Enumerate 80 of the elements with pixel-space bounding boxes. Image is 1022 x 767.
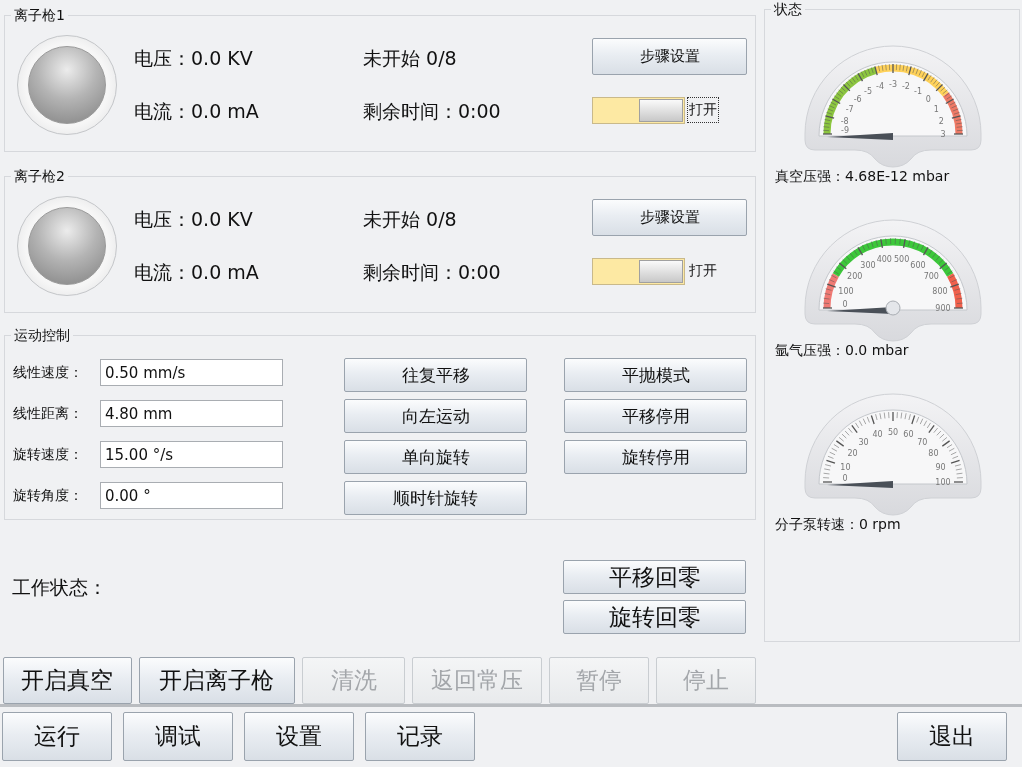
scale-label: -5 <box>864 86 872 96</box>
scale-label: 80 <box>928 448 939 458</box>
scale-label: 800 <box>932 286 948 296</box>
scale-label: 600 <box>910 260 926 270</box>
scale-label: 20 <box>847 448 858 458</box>
scale-label: 900 <box>935 304 951 313</box>
steps-button[interactable]: 步骤设置 <box>592 37 747 75</box>
mode-button[interactable]: 旋转停用 <box>564 440 747 474</box>
scale-label: -1 <box>914 86 922 96</box>
current-reading: 电流：0.0 mA <box>134 261 260 283</box>
nav-button[interactable]: 设置 <box>244 712 354 761</box>
scale-label: 0 <box>842 474 848 483</box>
remaining-time: 剩余时间：0:00 <box>363 261 502 283</box>
scale-label: -4 <box>876 81 885 91</box>
motion-button[interactable]: 往复平移 <box>344 358 527 392</box>
scale-label: -6 <box>853 94 862 104</box>
motion-button[interactable]: 顺时针旋转 <box>344 481 527 515</box>
group-title: 离子枪2 <box>11 167 68 185</box>
scale-label: 60 <box>903 430 914 440</box>
scale-label: 1 <box>933 105 939 114</box>
voltage-reading: 电压：0.0 KV <box>134 208 254 230</box>
scale-label: -8 <box>840 117 849 127</box>
gauge-reading: 分子泵转速：0 rpm <box>775 516 902 534</box>
progress-text: 未开始 0/8 <box>363 47 458 69</box>
nav-button[interactable]: 运行 <box>2 712 112 761</box>
scale-label: 30 <box>858 437 869 447</box>
toggle-switch[interactable] <box>592 257 685 285</box>
scale-label: 3 <box>940 130 946 139</box>
scale-label: 90 <box>935 462 946 472</box>
progress-text: 未开始 0/8 <box>363 208 458 230</box>
text-field[interactable]: 0.50 mm/s <box>100 359 283 386</box>
scale-label: -9 <box>841 126 849 135</box>
scale-label: 400 <box>876 254 892 264</box>
scale-label: 40 <box>872 430 883 440</box>
scale-label: 0 <box>925 94 931 104</box>
voltage-reading: 电压：0.0 KV <box>134 47 254 69</box>
scale-label: 700 <box>923 271 939 281</box>
scale-label: 70 <box>917 437 928 447</box>
scale-label: 50 <box>887 428 899 437</box>
homing-button[interactable]: 旋转回零 <box>563 600 746 634</box>
mode-button[interactable]: 平抛模式 <box>564 358 747 392</box>
action-button[interactable]: 开启真空 <box>3 657 132 704</box>
scale-label: 10 <box>840 462 851 472</box>
group-title: 运动控制 <box>11 326 73 344</box>
scale-label: 100 <box>838 286 854 296</box>
field-label: 旋转速度： <box>13 445 84 464</box>
scale-label: 0 <box>842 300 848 309</box>
action-button[interactable]: 开启离子枪 <box>138 657 296 704</box>
scale-label: 2 <box>938 117 944 127</box>
remaining-time: 剩余时间：0:00 <box>363 100 502 122</box>
field-label: 线性速度： <box>13 363 84 382</box>
motion-button[interactable]: 向左运动 <box>344 399 527 433</box>
text-field[interactable]: 0.00 ° <box>100 482 283 509</box>
text-field[interactable]: 4.80 mm <box>100 400 283 427</box>
homing-button[interactable]: 平移回零 <box>563 560 746 594</box>
motion-button[interactable]: 单向旋转 <box>344 440 527 474</box>
toggle-switch[interactable] <box>592 96 685 124</box>
nav-button[interactable]: 调试 <box>123 712 233 761</box>
nav-button[interactable]: 记录 <box>365 712 475 761</box>
field-label: 线性距离： <box>13 404 84 423</box>
toggle-label[interactable]: 打开 <box>687 258 719 284</box>
gauge-reading: 真空压强：4.68E-12 mbar <box>775 168 951 186</box>
current-reading: 电流：0.0 mA <box>134 100 260 122</box>
scale-label: -3 <box>889 80 897 89</box>
group-title: 状态 <box>771 0 805 18</box>
toggle-label[interactable]: 打开 <box>687 97 719 123</box>
exit-button[interactable]: 退出 <box>897 712 1007 761</box>
field-label: 旋转角度： <box>13 486 84 505</box>
group-title: 离子枪1 <box>11 6 68 24</box>
work-status-label: 工作状态： <box>12 575 107 600</box>
gauge-reading: 氩气压强：0.0 mbar <box>775 342 910 360</box>
scale-label: 200 <box>847 271 863 281</box>
scale-label: -2 <box>901 81 910 91</box>
steps-button[interactable]: 步骤设置 <box>592 198 747 236</box>
scale-label: 500 <box>894 254 910 264</box>
scale-label: 300 <box>860 260 876 270</box>
text-field[interactable]: 15.00 °/s <box>100 441 283 468</box>
scale-label: -7 <box>845 105 854 114</box>
mode-button[interactable]: 平移停用 <box>564 399 747 433</box>
scale-label: 100 <box>935 478 951 487</box>
